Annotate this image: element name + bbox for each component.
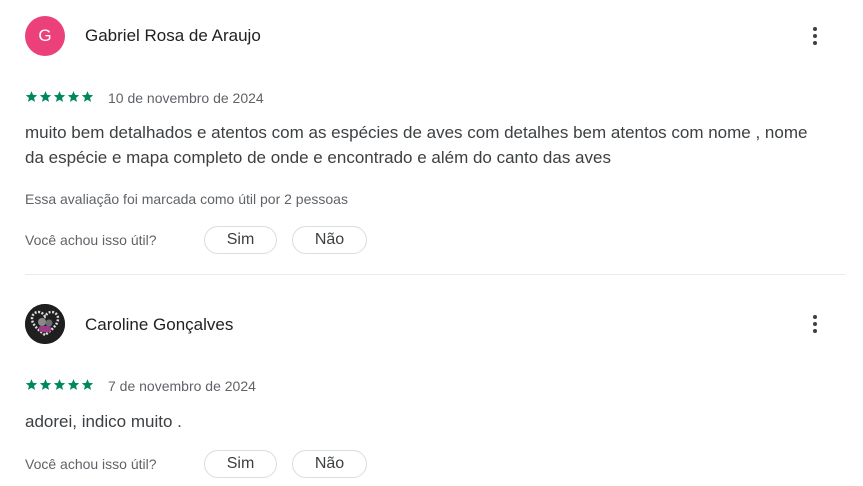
review-date: 10 de novembro de 2024 (108, 90, 264, 106)
star-icon (81, 379, 94, 390)
star-icon (67, 91, 80, 102)
star-icon (25, 91, 38, 102)
review-text: muito bem detalhados e atentos com as es… (25, 123, 808, 167)
review-date: 7 de novembro de 2024 (108, 378, 256, 394)
review-text: adorei, indico muito . (25, 412, 182, 431)
star-icon (39, 91, 52, 102)
star-icon (81, 91, 94, 102)
yes-button[interactable]: Sim (204, 450, 277, 478)
more-options-icon[interactable] (801, 310, 829, 338)
star-icon (53, 379, 66, 390)
star-rating (25, 90, 94, 103)
star-icon (25, 379, 38, 390)
reviewer-name: Gabriel Rosa de Araujo (85, 26, 261, 45)
reviewer-name: Caroline Gonçalves (85, 315, 234, 334)
star-rating (25, 378, 94, 391)
avatar: G (25, 16, 65, 56)
star-icon (53, 91, 66, 102)
yes-button[interactable]: Sim (204, 226, 277, 254)
review-card: G Gabriel Rosa de Araujo 10 de novembro … (0, 0, 863, 274)
star-icon (39, 379, 52, 390)
review-card: Caroline Gonçalves 7 de novembro de 2024… (0, 275, 863, 486)
avatar (25, 304, 65, 344)
helpful-question: Você achou isso útil? (25, 456, 157, 472)
more-options-icon[interactable] (801, 22, 829, 50)
no-button[interactable]: Não (292, 226, 367, 254)
helpful-question: Você achou isso útil? (25, 232, 157, 248)
helpful-count: Essa avaliação foi marcada como útil por… (25, 191, 348, 207)
avatar-letter: G (38, 26, 52, 45)
star-icon (67, 379, 80, 390)
heart-photo-avatar (25, 304, 65, 344)
no-button[interactable]: Não (292, 450, 367, 478)
